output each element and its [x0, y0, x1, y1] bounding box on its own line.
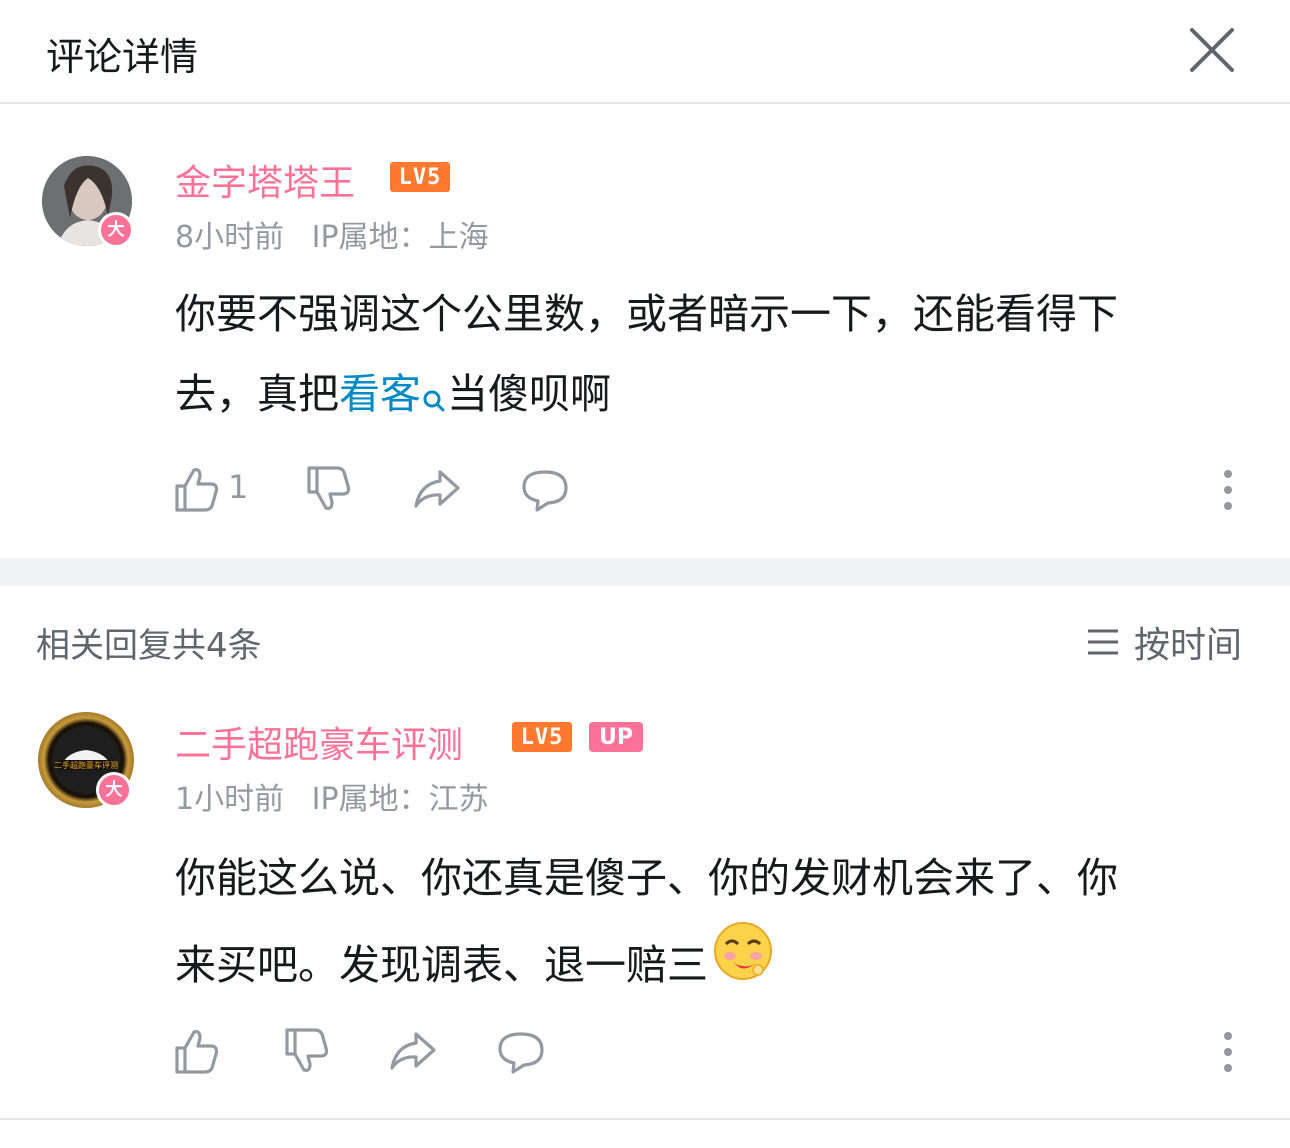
keyword-link[interactable]: 看客 — [339, 370, 447, 418]
share-button[interactable] — [412, 464, 462, 518]
comment-icon[interactable] — [496, 1026, 546, 1076]
comment-meta: 8小时前 IP属地：上海 — [175, 212, 489, 256]
thumbs-down-icon[interactable] — [282, 1026, 332, 1076]
header: 评论详情 — [0, 0, 1290, 104]
vip-badge: 大 — [96, 772, 132, 808]
reply-ip: IP属地：江苏 — [311, 782, 489, 817]
comment-text-line: 去，真把看客 当傻呗啊 — [175, 354, 1255, 440]
thumbs-up-icon[interactable] — [172, 1026, 222, 1076]
dislike-button[interactable] — [282, 1026, 332, 1080]
reply-button[interactable] — [520, 464, 570, 518]
share-icon[interactable] — [412, 464, 462, 514]
like-button[interactable] — [172, 464, 222, 518]
close-icon[interactable] — [1186, 24, 1238, 76]
up-badge: UP — [589, 722, 643, 752]
avatar[interactable]: 大 — [42, 156, 134, 248]
level-badge: LV5 — [512, 722, 572, 752]
vip-badge: 大 — [98, 212, 134, 248]
comment-actions: 1 — [172, 464, 1252, 514]
level-badge: LV5 — [390, 162, 450, 192]
section-divider — [0, 558, 1290, 586]
like-count: 1 — [228, 468, 249, 506]
comment-time: 8小时前 — [175, 220, 285, 255]
comment-text-segment: 当傻呗啊 — [447, 370, 611, 418]
thumbs-down-icon[interactable] — [304, 464, 354, 514]
username[interactable]: 金字塔塔王 — [175, 154, 355, 206]
thumbs-up-icon[interactable] — [172, 464, 222, 514]
page-title: 评论详情 — [46, 35, 199, 79]
comment-text: 你要不强调这个公里数，或者暗示一下，还能看得下 去，真把看客 当傻呗啊 — [175, 274, 1255, 440]
share-icon[interactable] — [388, 1026, 438, 1076]
search-icon[interactable] — [421, 360, 447, 440]
reply-text-segment: 来买吧。发现调表、退一赔三 — [175, 941, 708, 989]
replies-count: 相关回复共4条 — [36, 626, 262, 666]
more-icon[interactable] — [1218, 1030, 1238, 1078]
comment-text-segment: 去，真把 — [175, 370, 339, 418]
keyword-link-text[interactable]: 看客 — [339, 370, 421, 418]
emoji-icon — [712, 920, 774, 1010]
reply-meta: 1小时前 IP属地：江苏 — [175, 774, 489, 818]
reply-time: 1小时前 — [175, 782, 285, 817]
reply-username[interactable]: 二手超跑豪车评测 — [175, 716, 463, 768]
reply-text: 你能这么说、你还真是傻子、你的发财机会来了、你 来买吧。发现调表、退一赔三 — [175, 836, 1255, 1010]
sort-label[interactable]: 按时间 — [1134, 616, 1242, 668]
sort-button[interactable]: 按时间 — [1086, 616, 1242, 668]
comment-ip: IP属地：上海 — [311, 220, 489, 255]
share-button[interactable] — [388, 1026, 438, 1080]
comment-text-line: 你要不强调这个公里数，或者暗示一下，还能看得下 — [175, 290, 1118, 338]
comment-icon[interactable] — [520, 464, 570, 514]
avatar-text: 二手超跑豪车评测 — [54, 760, 118, 770]
sort-icon[interactable] — [1086, 627, 1120, 657]
reply-avatar[interactable]: 二手超跑豪车评测 大 — [38, 712, 134, 808]
dislike-button[interactable] — [304, 464, 354, 518]
reply-text-line: 你能这么说、你还真是傻子、你的发财机会来了、你 — [175, 854, 1118, 902]
bottom-divider — [0, 1118, 1290, 1120]
reply-text-line: 来买吧。发现调表、退一赔三 — [175, 920, 1255, 1010]
reply-button[interactable] — [496, 1026, 546, 1080]
more-icon[interactable] — [1218, 468, 1238, 516]
like-button[interactable] — [172, 1026, 222, 1080]
reply-actions — [172, 1026, 1252, 1076]
